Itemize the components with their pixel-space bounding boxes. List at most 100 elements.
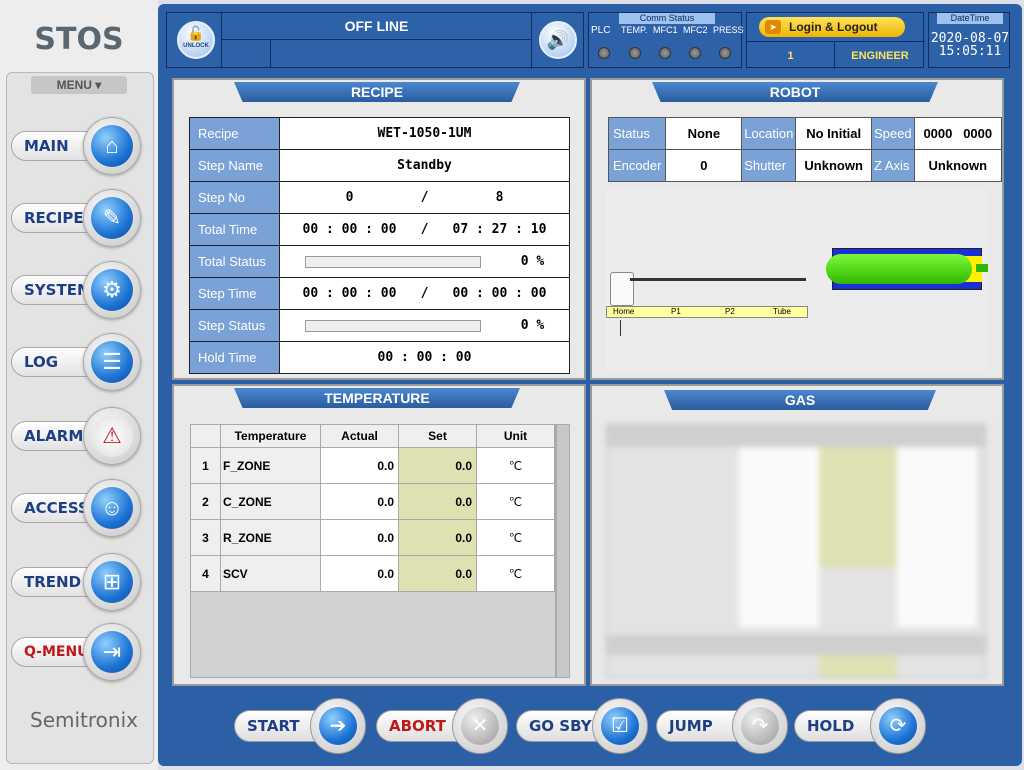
gas-panel: GAS [590, 384, 1004, 686]
unlock-icon: 🔓 [187, 25, 205, 41]
nav-qmenu[interactable]: Q-MENU ⇥ [11, 623, 143, 681]
step-status-bar [304, 319, 481, 332]
brand-logo: Semitronix [30, 708, 138, 732]
table-row: Total Status 0 % [189, 245, 570, 278]
user-level: 1 [747, 41, 835, 69]
table-row: 4 SCV 0.0 0.0 ℃ [190, 555, 555, 592]
table-row: Step Status 0 % [189, 309, 570, 342]
table-row: 1 F_ZONE 0.0 0.0 ℃ [190, 447, 555, 484]
gas-table-blurred [606, 424, 987, 678]
robot-title: ROBOT [652, 82, 938, 102]
user-name: ENGINEER [835, 41, 925, 69]
table-row: Status None Location No Initial Speed 00… [607, 117, 1003, 150]
start-button[interactable]: START ➔ [234, 698, 370, 754]
robot-status-value: None [665, 117, 743, 150]
temp-lamp [629, 47, 641, 59]
temperature-title: TEMPERATURE [234, 388, 520, 408]
robot-diagram: Home P1 P2 Tube [606, 190, 988, 370]
table-row: Step Name Standby [189, 149, 570, 182]
table-row: 2 C_ZONE 0.0 0.0 ℃ [190, 483, 555, 520]
hold-icon: ⟳ [879, 707, 917, 745]
step-name-value: Standby [279, 149, 570, 182]
total-status-bar [304, 255, 481, 268]
temperature-panel: TEMPERATURE Temperature Actual Set Unit 1 F_… [172, 384, 586, 686]
hold-time-value: 00 : 00 : 00 [279, 341, 570, 374]
nav-alarm[interactable]: ALARM ⚠ [11, 407, 143, 465]
nav-trend[interactable]: TREND ⊞ [11, 553, 143, 611]
process-tube [826, 254, 972, 284]
recipe-panel: RECIPE Recipe WET-1050-1UM Step Name Stand… [172, 78, 586, 380]
table-row: Recipe WET-1050-1UM [189, 117, 570, 150]
robot-shutter-value: Unknown [795, 149, 872, 182]
temperature-scrollbar[interactable] [556, 424, 570, 678]
nav-main[interactable]: MAIN ⌂ [11, 117, 143, 175]
time-value: 15:05:11 [938, 44, 1002, 59]
table-row: Step No 0/8 [189, 181, 570, 214]
press-lamp [719, 47, 731, 59]
nav-recipe[interactable]: RECIPE ✎ [11, 189, 143, 247]
trend-icon: ⊞ [91, 561, 133, 603]
table-row: Encoder 0 Shutter Unknown Z Axis Unknown [607, 149, 1003, 182]
app-logo: STOS [34, 22, 124, 57]
mfc2-lamp [689, 47, 701, 59]
nav-log[interactable]: LOG ☰ [11, 333, 143, 391]
gas-title: GAS [664, 390, 936, 410]
recipe-icon: ✎ [91, 197, 133, 239]
system-icon: ⚙ [91, 269, 133, 311]
temperature-table: Temperature Actual Set Unit 1 F_ZONE 0.0 0.0 ℃ … [190, 424, 555, 592]
comm-mfc1: MFC1 [653, 25, 678, 35]
table-row: Total Time 00 : 00 : 00/07 : 27 : 10 [189, 213, 570, 246]
table-row: Hold Time 00 : 00 : 00 [189, 341, 570, 374]
nav-access[interactable]: ACCESS ☺ [11, 479, 143, 537]
abort-button[interactable]: ABORT ✕ [376, 698, 512, 754]
robot-panel: ROBOT Status None Location No Initial Sp… [590, 78, 1004, 380]
datetime: DateTime 2020-08-07 15:05:11 [928, 12, 1010, 68]
arrow-icon: ➤ [765, 20, 781, 34]
nav-system[interactable]: SYSTEM ⚙ [11, 261, 143, 319]
recipe-name-value: WET-1050-1UM [279, 117, 570, 150]
robot-location-value: No Initial [795, 117, 872, 150]
login-area: Login & Logout ➤ 1 ENGINEER [746, 12, 925, 69]
access-icon: ☺ [91, 487, 133, 529]
plc-lamp [598, 47, 610, 59]
menu-panel: MENU ▾ MAIN ⌂ RECIPE ✎ SYSTEM ⚙ LOG ☰ ALARM ⚠… [6, 72, 154, 764]
start-icon: ➔ [319, 707, 357, 745]
menu-header[interactable]: MENU ▾ [31, 76, 127, 94]
comm-temp: TEMP. [621, 25, 648, 35]
comm-press: PRESS [713, 25, 744, 35]
house-icon: ⌂ [91, 125, 133, 167]
unlock-button[interactable]: 🔓 UNLOCK [177, 21, 215, 59]
alarm-icon: ⚠ [91, 415, 133, 457]
home-arrow [620, 320, 621, 336]
comm-status: Comm Status PLC TEMP. MFC1 MFC2 PRESS [588, 12, 744, 68]
action-bar: START ➔ ABORT ✕ GO SBY ☑ JUMP ↷ HOLD ⟳ [166, 692, 1016, 758]
unlock-label: UNLOCK [183, 43, 209, 49]
hold-button[interactable]: HOLD ⟳ [794, 698, 930, 754]
sidebar: STOS MENU ▾ MAIN ⌂ RECIPE ✎ SYSTEM ⚙ LOG ☰ A… [0, 0, 158, 770]
robot-speed-value: 0000 0000 [913, 117, 1003, 150]
robot-rod [630, 278, 806, 281]
jump-icon: ↷ [741, 707, 779, 745]
speaker-icon[interactable]: 🔊 [539, 21, 577, 59]
table-row: 3 R_ZONE 0.0 0.0 ℃ [190, 519, 555, 556]
online-status: OFF LINE [221, 13, 531, 40]
jump-button[interactable]: JUMP ↷ [656, 698, 792, 754]
log-icon: ☰ [91, 341, 133, 383]
recipe-table: Recipe WET-1050-1UM Step Name Standby Step… [189, 117, 570, 374]
abort-icon: ✕ [461, 707, 499, 745]
table-row: Step Time 00 : 00 : 00/00 : 00 : 00 [189, 277, 570, 310]
recipe-title: RECIPE [234, 82, 520, 102]
qmenu-icon: ⇥ [91, 631, 133, 673]
gosby-button[interactable]: GO SBY ☑ [516, 698, 652, 754]
gosby-icon: ☑ [601, 707, 639, 745]
robot-table: Status None Location No Initial Speed 00… [607, 117, 1003, 182]
status-bar: 🔓 UNLOCK OFF LINE 🔊 [166, 12, 584, 69]
robot-zaxis-value: Unknown [913, 149, 1003, 182]
robot-encoder-value: 0 [665, 149, 743, 182]
comm-status-title: Comm Status [619, 13, 715, 24]
position-track: Home P1 P2 Tube [606, 306, 808, 318]
comm-mfc2: MFC2 [683, 25, 708, 35]
comm-plc: PLC [591, 25, 611, 36]
mfc1-lamp [659, 47, 671, 59]
datetime-title: DateTime [937, 13, 1003, 24]
